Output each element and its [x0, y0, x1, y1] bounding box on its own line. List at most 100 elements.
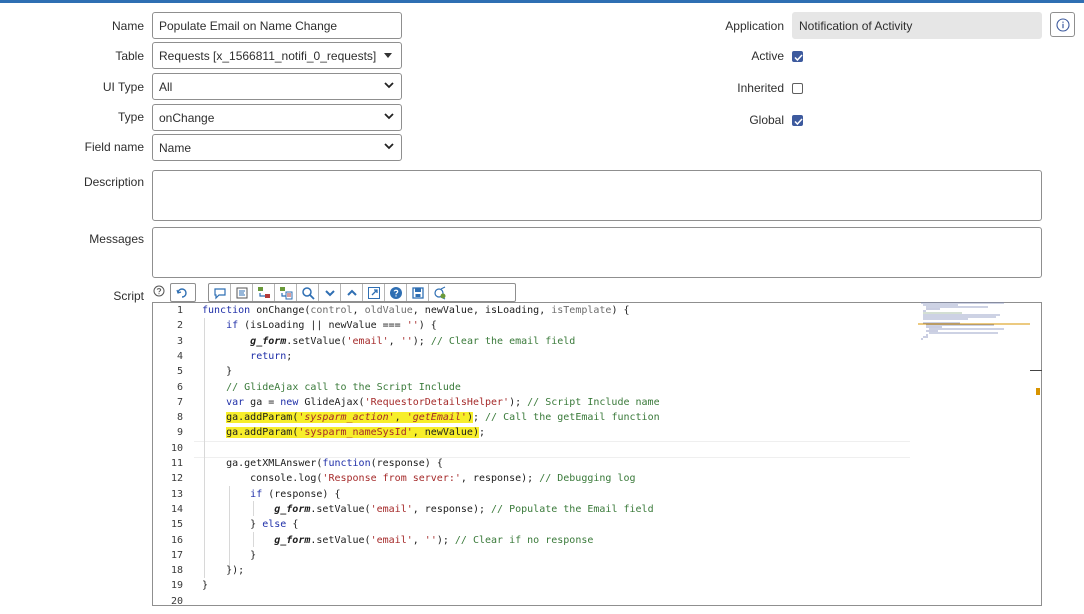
code-line: var ga = new GlideAjax('RequestorDetails… — [226, 396, 660, 408]
code-line: if (response) { — [250, 488, 341, 500]
active-label: Active — [751, 49, 784, 63]
line-number: 5 — [176, 366, 183, 378]
description-textarea[interactable] — [152, 170, 1042, 221]
script-include-button[interactable] — [171, 284, 195, 301]
code-line: ga.addParam('sysparm_nameSysId', newValu… — [226, 427, 485, 439]
line-number: 13 — [170, 488, 183, 500]
comment-icon — [214, 288, 226, 300]
ui-type-label: UI Type — [102, 80, 144, 94]
fullscreen-icon — [368, 287, 380, 299]
line-number: 7 — [176, 396, 183, 408]
line-number: 3 — [176, 335, 183, 347]
messages-textarea[interactable] — [152, 227, 1042, 278]
line-number: 19 — [170, 580, 183, 592]
messages-label: Messages — [89, 232, 144, 246]
replace-button[interactable] — [253, 284, 275, 301]
active-checkbox[interactable] — [792, 51, 803, 62]
scroll-marker — [1036, 388, 1040, 395]
chevron-down-icon — [384, 143, 394, 150]
chevron-down-icon — [384, 82, 394, 89]
format-button[interactable] — [231, 284, 253, 301]
application-label: Application — [725, 19, 784, 33]
application-value: Notification of Activity — [799, 19, 913, 33]
editor-toolbar — [208, 283, 516, 302]
line-number: 2 — [176, 320, 183, 332]
line-number: 1 — [176, 305, 183, 316]
inherited-label: Inherited — [737, 81, 784, 95]
line-number: 9 — [176, 427, 183, 439]
code-minimap[interactable] — [918, 302, 1030, 342]
code-line: if (isLoading || newValue === '') { — [226, 320, 437, 332]
global-checkbox[interactable] — [792, 115, 803, 126]
debug-icon — [434, 286, 446, 300]
code-line: ga.getXMLAnswer(function(response) { — [202, 458, 443, 469]
line-number: 6 — [176, 381, 183, 393]
inherited-checkbox[interactable] — [792, 83, 803, 94]
name-label: Name — [111, 19, 144, 33]
replace-all-button[interactable] — [275, 284, 297, 301]
code-line: } else { — [202, 519, 299, 531]
search-icon — [302, 287, 315, 300]
type-select[interactable]: onChange — [152, 104, 402, 131]
help-circle-button[interactable] — [385, 284, 407, 301]
line-number: 17 — [170, 549, 183, 561]
replace-all-icon — [280, 287, 293, 300]
line-number: 10 — [170, 442, 183, 454]
fullscreen-button[interactable] — [363, 284, 385, 301]
debug-button[interactable] — [429, 284, 451, 301]
line-number: 18 — [170, 565, 183, 577]
checkmark-icon — [794, 54, 803, 62]
line-number: 14 — [170, 503, 183, 515]
line-number: 11 — [170, 458, 183, 469]
table-select-value: Requests [x_1566811_notifi_0_requests] — [159, 49, 377, 63]
code-line: g_form.setValue('email', ''); // Clear i… — [274, 534, 594, 546]
comment-button[interactable] — [209, 284, 231, 301]
line-number-gutter: 1 2 3 4 5 6 7 8 9 10 11 12 13 14 15 16 1… — [153, 303, 193, 605]
line-number: 15 — [170, 519, 183, 531]
global-label: Global — [749, 113, 784, 127]
info-button[interactable] — [1050, 12, 1075, 37]
format-icon — [236, 287, 248, 299]
checkmark-icon — [794, 118, 803, 126]
scroll-ruler — [1030, 370, 1042, 371]
chevron-up-icon — [347, 289, 357, 296]
script-editor[interactable]: 1 2 3 4 5 6 7 8 9 10 11 12 13 14 15 16 1… — [152, 302, 1042, 606]
save-button[interactable] — [407, 284, 429, 301]
name-input[interactable]: Populate Email on Name Change — [152, 12, 402, 39]
table-label: Table — [115, 49, 144, 63]
caret-down-icon — [384, 53, 392, 58]
type-select-value: onChange — [159, 111, 215, 125]
info-icon — [1056, 18, 1070, 32]
code-line: g_form.setValue('email', ''); // Clear t… — [250, 335, 576, 347]
help-icon[interactable] — [153, 285, 165, 297]
code-line: function onChange(control, oldValue, new… — [202, 305, 630, 316]
replace-icon — [258, 287, 270, 298]
line-number: 12 — [170, 473, 183, 485]
application-field: Notification of Activity — [792, 12, 1042, 39]
line-number: 4 — [176, 350, 183, 362]
field-name-select[interactable]: Name — [152, 134, 402, 161]
name-input-value: Populate Email on Name Change — [159, 19, 338, 33]
chevron-down-icon — [384, 113, 394, 120]
line-number: 16 — [170, 534, 183, 546]
script-label: Script — [113, 289, 144, 303]
code-line: } — [202, 580, 209, 592]
help-circle-icon — [390, 287, 402, 299]
ui-type-select[interactable]: All — [152, 73, 402, 100]
find-previous-button[interactable] — [341, 284, 363, 301]
table-select[interactable]: Requests [x_1566811_notifi_0_requests] — [152, 42, 402, 69]
search-button[interactable] — [297, 284, 319, 301]
description-label: Description — [83, 175, 144, 189]
find-next-button[interactable] — [319, 284, 341, 301]
code-line: ga.addParam('sysparm_action', 'getEmail'… — [226, 412, 660, 424]
code-line: // GlideAjax call to the Script Include — [226, 381, 461, 393]
top-accent-bar — [0, 0, 1084, 3]
field-name-select-value: Name — [159, 141, 192, 155]
script-include-icon — [176, 288, 187, 298]
chevron-down-icon — [325, 290, 335, 297]
line-number: 8 — [176, 412, 183, 424]
type-label: Type — [117, 110, 144, 124]
code-line: console.log('Response from server:', res… — [202, 473, 636, 485]
code-line: } — [202, 366, 233, 378]
code-line: }); — [202, 565, 245, 577]
